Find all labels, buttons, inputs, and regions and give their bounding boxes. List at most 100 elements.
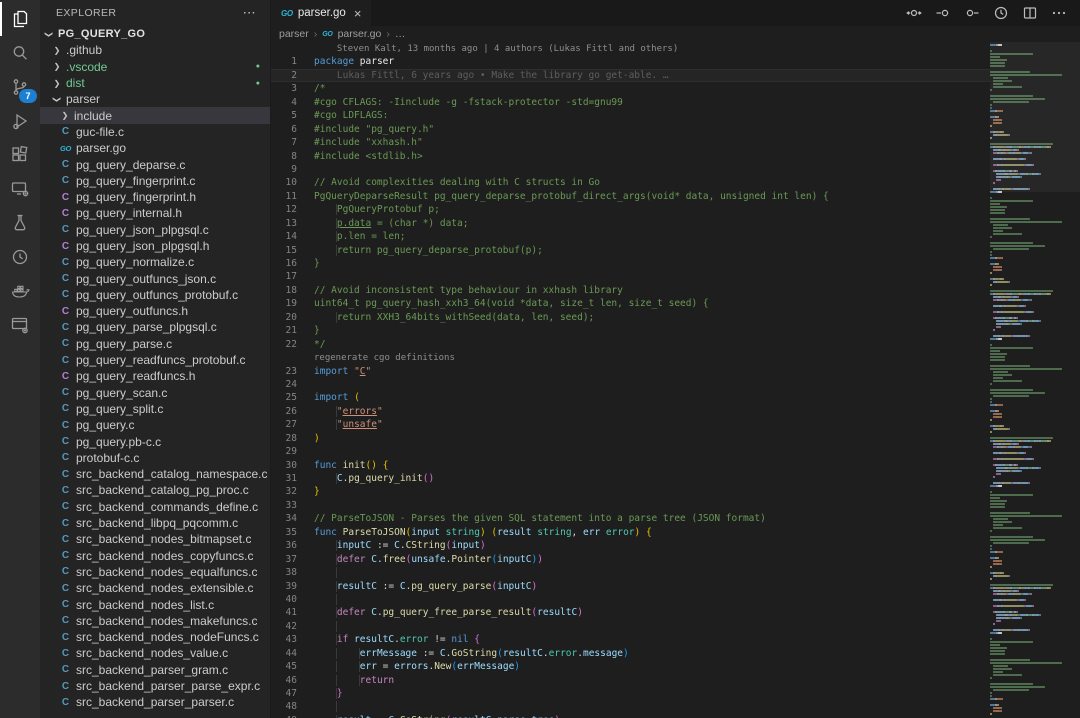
- tree-item-pg_query_outfuncs.h[interactable]: Cpg_query_outfuncs.h: [40, 303, 270, 319]
- code-line: 17: [271, 270, 1080, 283]
- tree-item-src_backend_nodes_list.c[interactable]: Csrc_backend_nodes_list.c: [40, 596, 270, 612]
- activity-search[interactable]: [0, 36, 40, 70]
- activity-docker[interactable]: [0, 274, 40, 308]
- tree-item-pg_query_parse.c[interactable]: Cpg_query_parse.c: [40, 336, 270, 352]
- tree-item-protobuf-c.c[interactable]: Cprotobuf-c.c: [40, 450, 270, 466]
- code-line: 26 "errors": [271, 405, 1080, 418]
- activity-explorer[interactable]: [0, 2, 40, 36]
- line-number: [271, 351, 297, 364]
- tree-item-src_backend_catalog_namespace.c[interactable]: Csrc_backend_catalog_namespace.c: [40, 466, 270, 482]
- activity-gitlens[interactable]: [0, 240, 40, 274]
- c-source-file-icon: C: [59, 322, 72, 333]
- minimap-line: [990, 389, 1080, 391]
- close-tab-icon[interactable]: ×: [354, 7, 362, 20]
- code-link[interactable]: errors: [343, 406, 377, 417]
- minimap-line: [990, 440, 1080, 442]
- tab-parser-go[interactable]: GO parser.go ×: [271, 0, 371, 26]
- more-actions-icon[interactable]: [1051, 5, 1067, 21]
- split-editor-icon[interactable]: [1022, 5, 1038, 21]
- minimap-line: [990, 218, 1080, 220]
- tree-item-label: parser: [66, 92, 100, 106]
- tree-item-pg_query_deparse.c[interactable]: Cpg_query_deparse.c: [40, 156, 270, 172]
- tree-item-pg_query_readfuncs_protobuf.c[interactable]: Cpg_query_readfuncs_protobuf.c: [40, 352, 270, 368]
- tree-item-pg_query_fingerprint.c[interactable]: Cpg_query_fingerprint.c: [40, 173, 270, 189]
- minimap-line: [990, 449, 1080, 451]
- activity-remote-explorer[interactable]: [0, 172, 40, 206]
- tree-item-PG_QUERY_GO[interactable]: ❯PG_QUERY_GO: [40, 26, 270, 42]
- tree-item-src_backend_nodes_value.c[interactable]: Csrc_backend_nodes_value.c: [40, 645, 270, 661]
- minimap-line: [990, 659, 1080, 661]
- minimap-line: [990, 503, 1080, 505]
- tree-item-src_backend_nodes_bitmapset.c[interactable]: Csrc_backend_nodes_bitmapset.c: [40, 531, 270, 547]
- tree-item-label: pg_query_split.c: [76, 402, 163, 416]
- minimap-line: [990, 581, 1080, 583]
- c-source-file-icon: C: [59, 615, 72, 626]
- tree-item-label: pg_query_outfuncs_json.c: [76, 272, 216, 286]
- tree-item-pg_query_outfuncs_json.c[interactable]: Cpg_query_outfuncs_json.c: [40, 270, 270, 286]
- tree-item-.github[interactable]: ❯.github: [40, 42, 270, 58]
- tree-item-guc-file.c[interactable]: Cguc-file.c: [40, 124, 270, 140]
- views-more-actions-icon[interactable]: ⋯: [243, 5, 256, 21]
- tree-item-src_backend_nodes_copyfuncs.c[interactable]: Csrc_backend_nodes_copyfuncs.c: [40, 548, 270, 564]
- code-link[interactable]: p.data: [337, 218, 371, 229]
- tree-item-dist[interactable]: ❯dist●: [40, 75, 270, 91]
- chevron-down-icon: ❯: [53, 94, 62, 104]
- tree-item-src_backend_nodes_nodeFuncs.c[interactable]: Csrc_backend_nodes_nodeFuncs.c: [40, 629, 270, 645]
- tree-item-parser.go[interactable]: GOparser.go: [40, 140, 270, 156]
- breadcrumb-folder[interactable]: parser: [279, 28, 309, 40]
- tree-item-pg_query_scan.c[interactable]: Cpg_query_scan.c: [40, 385, 270, 401]
- activity-extensions[interactable]: [0, 138, 40, 172]
- tree-item-src_backend_libpq_pqcomm.c[interactable]: Csrc_backend_libpq_pqcomm.c: [40, 515, 270, 531]
- activity-source-control[interactable]: 7: [0, 70, 40, 104]
- tree-item-pg_query.pb-c.c[interactable]: Cpg_query.pb-c.c: [40, 433, 270, 449]
- c-source-file-icon: C: [59, 420, 72, 431]
- previous-change-icon[interactable]: [935, 5, 951, 21]
- activity-workspace-tools[interactable]: [0, 308, 40, 342]
- minimap-line: [990, 623, 1080, 625]
- open-changes-icon[interactable]: [906, 5, 922, 21]
- indent-guide: [314, 567, 337, 578]
- tree-item-.vscode[interactable]: ❯.vscode●: [40, 59, 270, 75]
- c-source-file-icon: C: [59, 257, 72, 268]
- activity-run-debug[interactable]: [0, 104, 40, 138]
- tree-item-pg_query_split.c[interactable]: Cpg_query_split.c: [40, 401, 270, 417]
- minimap-line: [990, 209, 1080, 211]
- minimap[interactable]: [990, 42, 1080, 718]
- tree-item-src_backend_parser_parser.c[interactable]: Csrc_backend_parser_parser.c: [40, 694, 270, 710]
- tree-item-include[interactable]: ❯include: [40, 107, 270, 123]
- tree-item-parser[interactable]: ❯ parser: [40, 91, 270, 107]
- tree-item-src_backend_catalog_pg_proc.c[interactable]: Csrc_backend_catalog_pg_proc.c: [40, 482, 270, 498]
- tree-item-pg_query_fingerprint.h[interactable]: Cpg_query_fingerprint.h: [40, 189, 270, 205]
- code-link[interactable]: unsafe: [343, 419, 377, 430]
- tree-item-label: src_backend_parser_parser.c: [76, 695, 234, 709]
- file-history-icon[interactable]: [993, 5, 1009, 21]
- code-editor[interactable]: Steven Kalt, 13 months ago | 4 authors (…: [271, 42, 1080, 718]
- tree-item-src_backend_nodes_makefuncs.c[interactable]: Csrc_backend_nodes_makefuncs.c: [40, 613, 270, 629]
- breadcrumb-file[interactable]: parser.go: [338, 28, 382, 40]
- breadcrumb-symbol[interactable]: …: [395, 28, 406, 40]
- activity-testing[interactable]: [0, 206, 40, 240]
- minimap-line: [990, 524, 1080, 526]
- minimap-slider[interactable]: [990, 42, 1080, 192]
- tree-item-pg_query.c[interactable]: Cpg_query.c: [40, 417, 270, 433]
- tree-item-src_backend_commands_define.c[interactable]: Csrc_backend_commands_define.c: [40, 499, 270, 515]
- tree-item-label: src_backend_nodes_makefuncs.c: [76, 614, 257, 628]
- tree-item-src_backend_nodes_equalfuncs.c[interactable]: Csrc_backend_nodes_equalfuncs.c: [40, 564, 270, 580]
- tree-item-src_backend_parser_gram.c[interactable]: Csrc_backend_parser_gram.c: [40, 662, 270, 678]
- tree-item-pg_query_parse_plpgsql.c[interactable]: Cpg_query_parse_plpgsql.c: [40, 319, 270, 335]
- minimap-line: [990, 662, 1080, 664]
- tree-item-src_backend_parser_parse_expr.c[interactable]: Csrc_backend_parser_parse_expr.c: [40, 678, 270, 694]
- tree-item-pg_query_internal.h[interactable]: Cpg_query_internal.h: [40, 205, 270, 221]
- c-header-file-icon: C: [59, 241, 72, 252]
- code-line: 48: [271, 700, 1080, 713]
- minimap-line: [990, 362, 1080, 364]
- tree-item-pg_query_readfuncs.h[interactable]: Cpg_query_readfuncs.h: [40, 368, 270, 384]
- minimap-line: [990, 680, 1080, 682]
- tree-item-pg_query_outfuncs_protobuf.c[interactable]: Cpg_query_outfuncs_protobuf.c: [40, 287, 270, 303]
- tree-item-src_backend_nodes_extensible.c[interactable]: Csrc_backend_nodes_extensible.c: [40, 580, 270, 596]
- tree-item-pg_query_normalize.c[interactable]: Cpg_query_normalize.c: [40, 254, 270, 270]
- next-change-icon[interactable]: [964, 5, 980, 21]
- indent-guide: [314, 581, 337, 592]
- tree-item-pg_query_json_plpgsql.c[interactable]: Cpg_query_json_plpgsql.c: [40, 222, 270, 238]
- tree-item-pg_query_json_plpgsql.h[interactable]: Cpg_query_json_plpgsql.h: [40, 238, 270, 254]
